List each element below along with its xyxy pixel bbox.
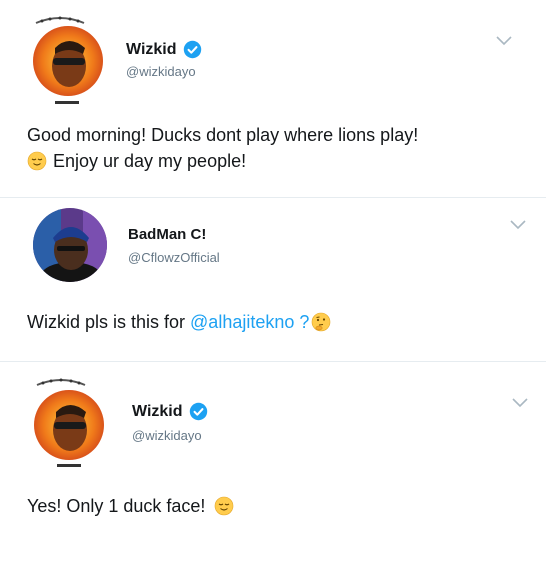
- tweet-1[interactable]: Wizkid @wizkidayo Good morning! Ducks do…: [0, 0, 546, 197]
- tweet-text-before: Wizkid pls is this for: [27, 312, 191, 332]
- tweet-text-content: Yes! Only 1 duck face!: [27, 496, 206, 516]
- author-row[interactable]: BadMan C!: [128, 226, 206, 243]
- avatar-crown-decoration: [35, 376, 87, 388]
- avatar-underline-decoration: [57, 464, 81, 467]
- avatar-underline-decoration: [55, 101, 79, 104]
- tweet-text-line-1: Good morning! Ducks dont play where lion…: [27, 125, 419, 145]
- tweet-text: Wizkid pls is this for @alhajitekno ?: [27, 309, 530, 335]
- verified-badge-icon: [183, 40, 202, 59]
- avatar[interactable]: [33, 208, 107, 282]
- verified-badge-icon: [189, 402, 208, 421]
- avatar[interactable]: [33, 26, 103, 96]
- author-row[interactable]: Wizkid: [126, 40, 202, 59]
- tweet-text: Yes! Only 1 duck face!: [27, 493, 530, 519]
- tweet-3[interactable]: Wizkid @wizkidayo Yes! Only 1 duck face!: [0, 362, 546, 561]
- chevron-down-icon[interactable]: [510, 220, 526, 230]
- tweet-text-line-2-content: Enjoy ur day my people!: [53, 151, 247, 171]
- author-row[interactable]: Wizkid: [132, 402, 208, 421]
- relieved-face-emoji-icon: [27, 151, 47, 171]
- avatar-crown-decoration: [34, 14, 86, 26]
- mention-link[interactable]: @alhajitekno: [190, 312, 294, 332]
- chevron-down-icon[interactable]: [512, 398, 528, 408]
- relieved-face-emoji-icon: [214, 496, 234, 516]
- tweet-text-line-2: Enjoy ur day my people!: [27, 148, 530, 174]
- author-handle[interactable]: @CflowzOfficial: [128, 250, 220, 265]
- avatar[interactable]: [34, 390, 104, 460]
- tweet-text: Good morning! Ducks dont play where lion…: [27, 122, 530, 174]
- tweet-text-after: ?: [294, 312, 310, 332]
- chevron-down-icon[interactable]: [496, 36, 512, 46]
- author-handle[interactable]: @wizkidayo: [126, 64, 196, 79]
- author-name[interactable]: Wizkid: [126, 41, 177, 59]
- author-name[interactable]: BadMan C!: [128, 226, 206, 243]
- thinking-face-emoji-icon: [311, 312, 331, 332]
- author-name[interactable]: Wizkid: [132, 403, 183, 421]
- tweet-2[interactable]: BadMan C! @CflowzOfficial Wizkid pls is …: [0, 198, 546, 361]
- author-handle[interactable]: @wizkidayo: [132, 428, 202, 443]
